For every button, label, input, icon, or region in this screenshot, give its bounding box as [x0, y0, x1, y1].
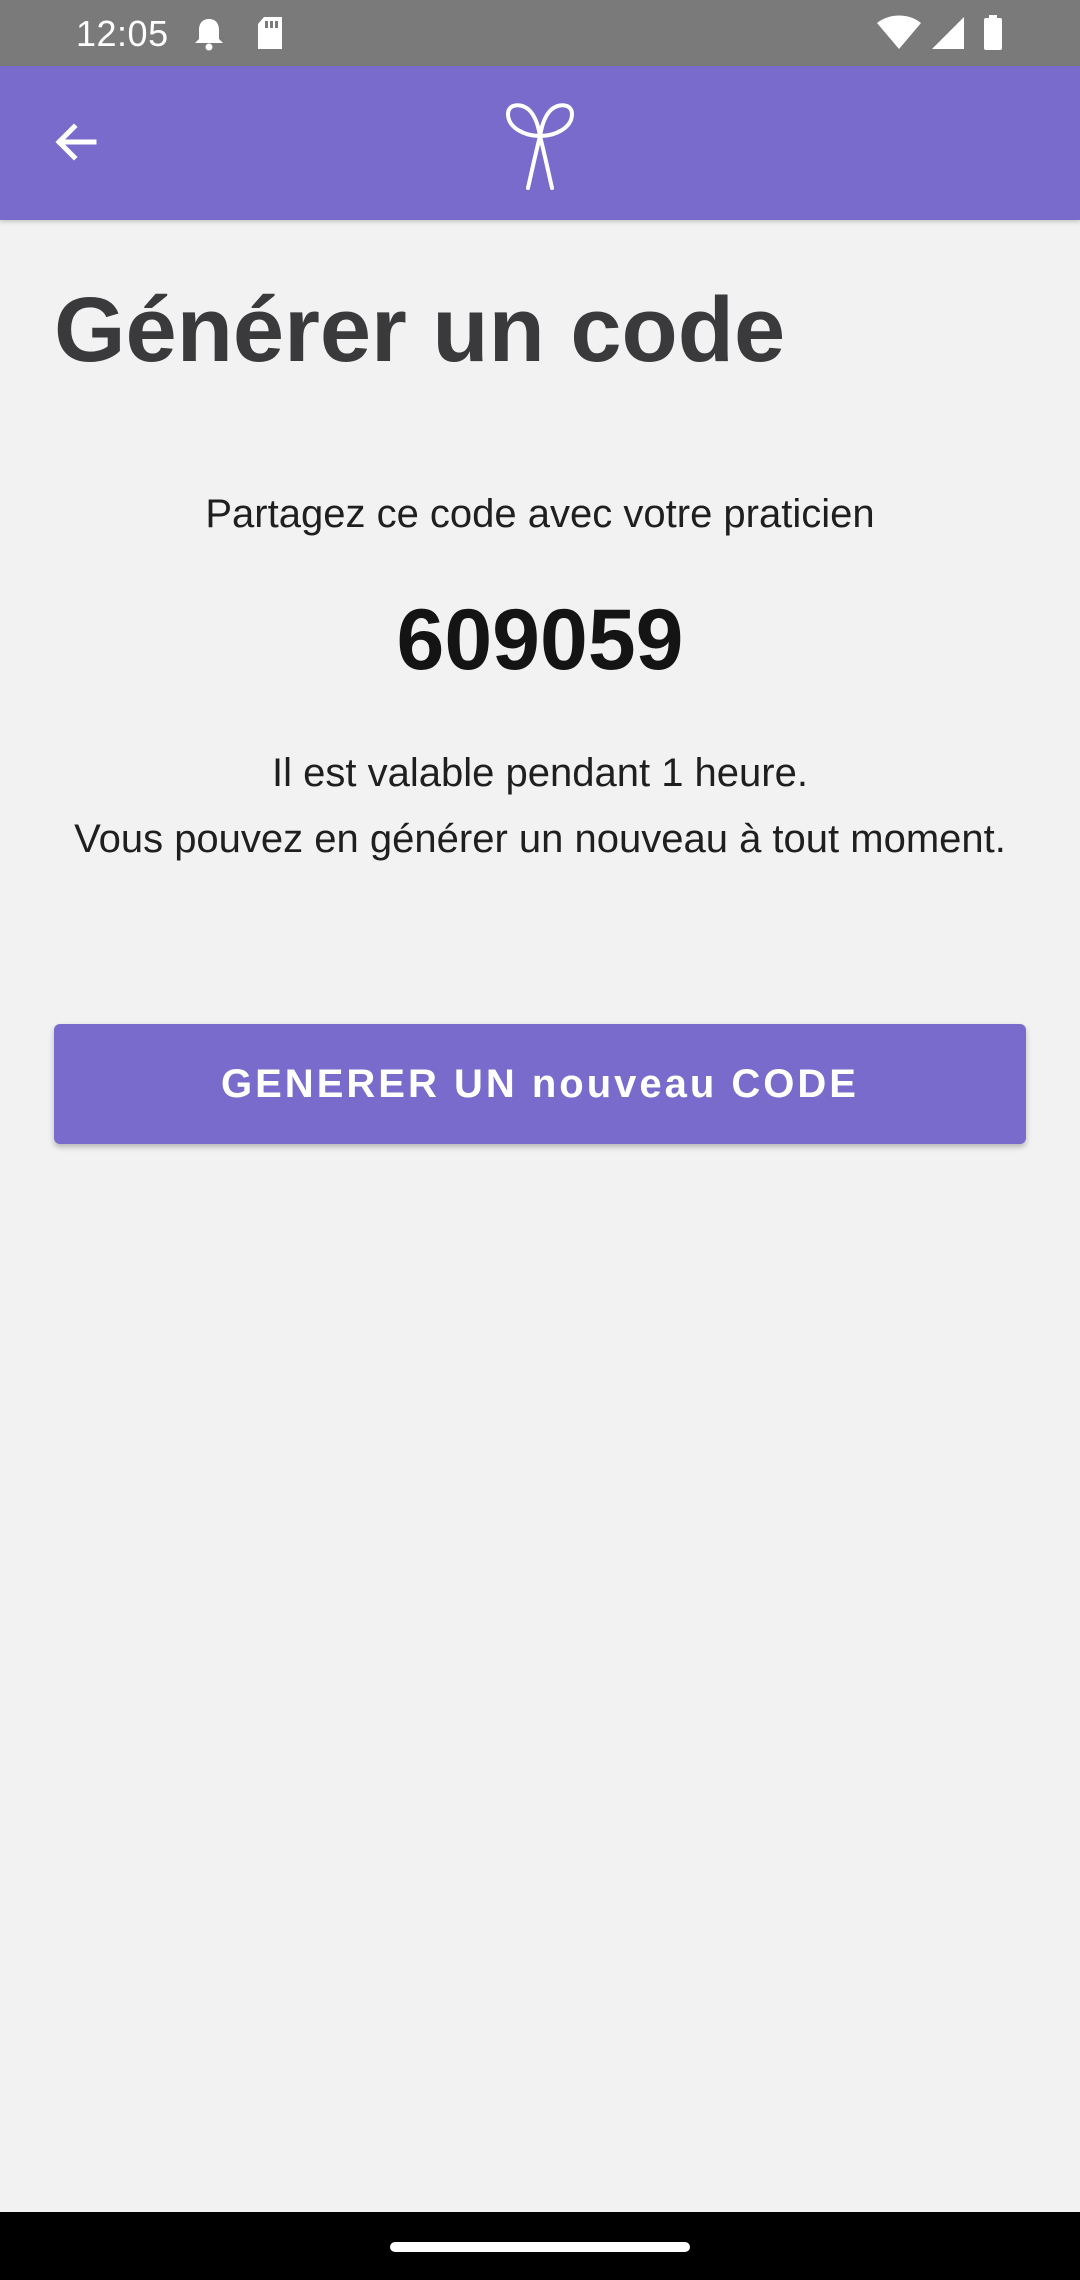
battery-icon — [984, 15, 1002, 50]
validity-info: Il est valable pendant 1 heure. Vous pou… — [60, 740, 1020, 872]
notification-bell-icon — [195, 19, 223, 51]
app-bar — [0, 66, 1080, 220]
ribbon-logo-icon — [506, 103, 574, 190]
page-title: Générer un code — [54, 279, 786, 381]
generated-code: 609059 — [396, 592, 684, 688]
status-time: 12:05 — [76, 13, 169, 54]
share-instruction-text: Partagez ce code avec votre praticien — [205, 492, 875, 536]
status-bar: 12:05 — [0, 0, 1080, 66]
wifi-icon — [877, 15, 921, 49]
generate-new-code-button[interactable]: GENERER UN nouveau CODE — [54, 1024, 1026, 1144]
regenerate-info-text: Vous pouvez en générer un nouveau à tout… — [74, 817, 1006, 861]
system-navigation-bar — [0, 2212, 1080, 2280]
home-gesture-handle[interactable] — [390, 2242, 690, 2252]
sd-card-icon — [258, 17, 282, 49]
arrow-left-icon — [55, 123, 97, 161]
cell-signal-icon — [932, 17, 964, 49]
validity-text: Il est valable pendant 1 heure. — [272, 751, 808, 795]
back-button[interactable] — [36, 102, 116, 182]
